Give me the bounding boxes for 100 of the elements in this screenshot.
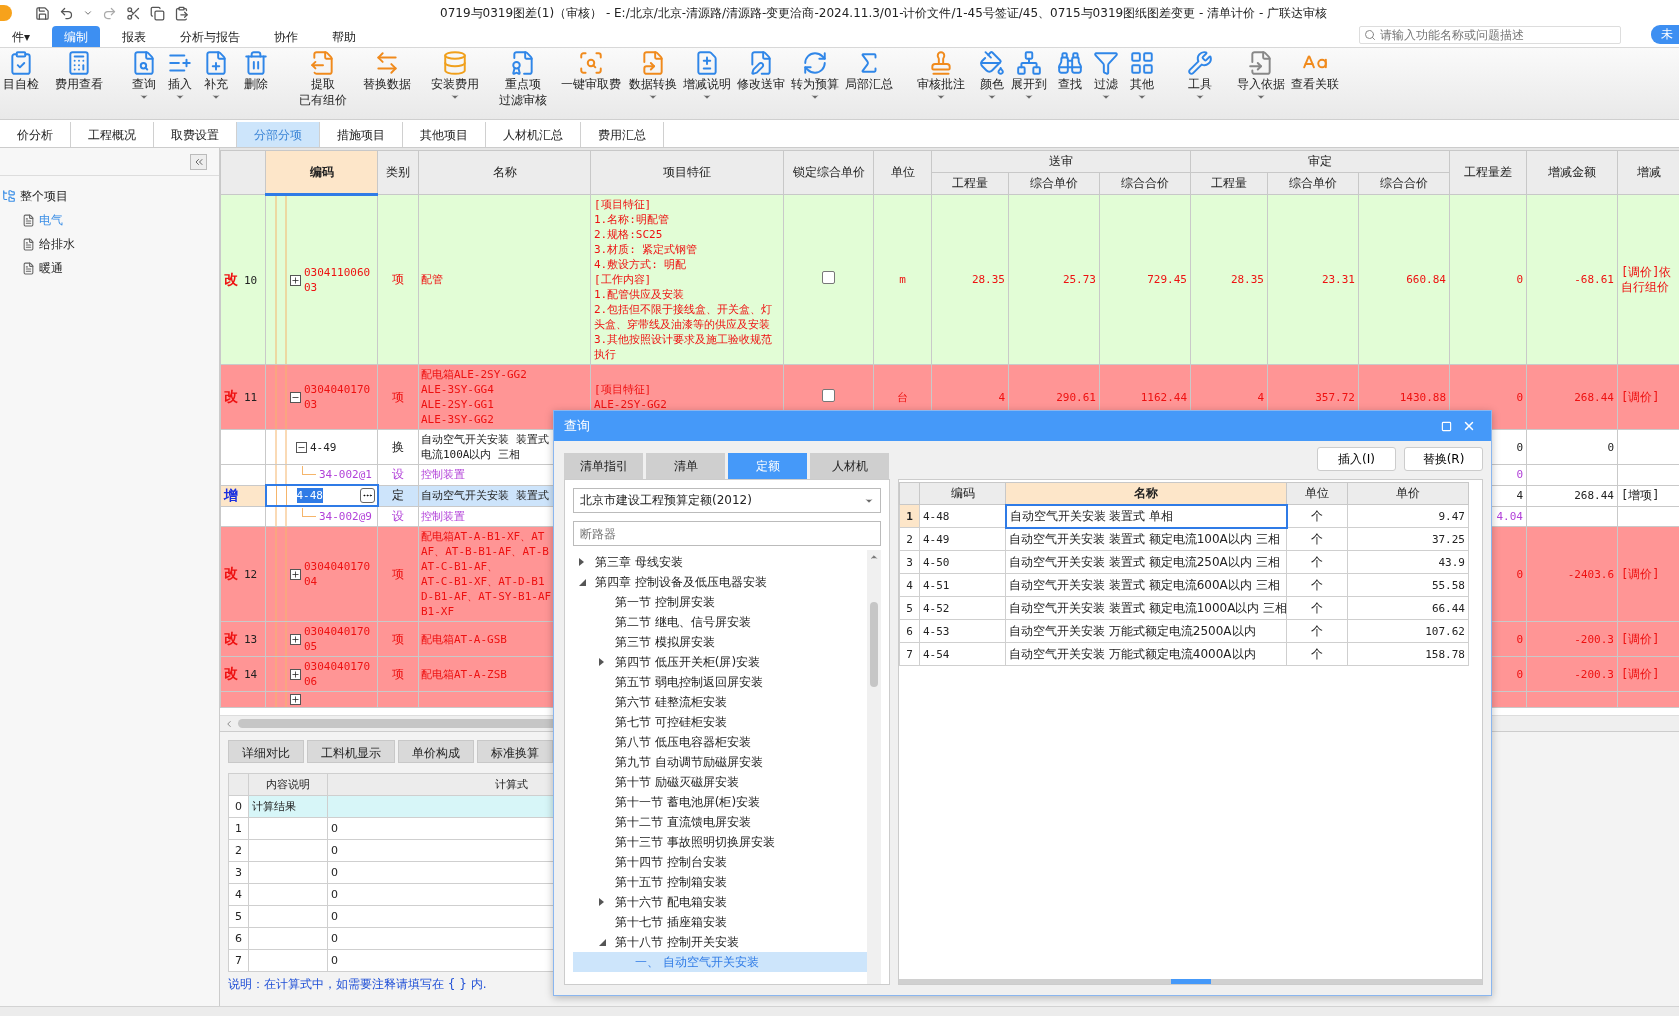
menu-item[interactable]: 帮助 <box>320 26 369 47</box>
expanded-arrow-icon[interactable] <box>599 938 606 946</box>
tree-item[interactable]: 第五节 弱电控制返回屏安装 <box>573 672 867 692</box>
tree-item[interactable]: 第三节 模拟屏安装 <box>573 632 867 652</box>
row-number[interactable]: 4 <box>899 573 920 597</box>
column-header[interactable]: 编码 <box>919 482 1006 505</box>
item-type[interactable]: 换 <box>377 429 419 465</box>
toolbar-button[interactable]: 替换数据 <box>360 50 414 92</box>
toolbar-button[interactable]: 查找 <box>1054 50 1086 92</box>
tab[interactable]: 标准换算 <box>477 740 553 763</box>
tab[interactable]: 单价构成 <box>398 740 474 763</box>
paste-icon[interactable] <box>174 5 189 21</box>
row-number[interactable]: 7 <box>899 642 920 666</box>
menu-item[interactable]: 协作 <box>262 26 311 47</box>
column-header[interactable]: 类别 <box>377 150 419 195</box>
tree-item[interactable]: 第四节 低压开关柜(屏)安装 <box>573 652 867 672</box>
caret-icon[interactable] <box>83 8 93 18</box>
column-header[interactable]: 名称 <box>418 150 591 195</box>
toolbar-button[interactable]: 过滤 <box>1090 50 1122 102</box>
scroll-thumb[interactable] <box>870 602 878 687</box>
toolbar-button[interactable]: 展开到 <box>1008 50 1050 102</box>
collapsed-arrow-icon[interactable] <box>599 898 604 906</box>
toolbar-button[interactable]: 导入依据 <box>1234 50 1288 102</box>
tab[interactable]: 人材机 <box>810 453 889 479</box>
copy-icon[interactable] <box>150 5 165 21</box>
filter-field[interactable]: 断路器 <box>573 521 881 546</box>
tree-item[interactable]: 第七节 可控硅柜安装 <box>573 712 867 732</box>
tab[interactable]: 清单指引 <box>564 453 643 479</box>
toolbar-button[interactable]: 补充 <box>200 50 232 102</box>
search-field[interactable]: 请输入功能名称或问题描述 <box>1359 26 1621 44</box>
row-number[interactable]: 1 <box>899 504 920 528</box>
row-number[interactable]: 2 <box>899 527 920 551</box>
menu-item[interactable]: 分析与报告 <box>168 26 253 47</box>
collapse-icon[interactable] <box>290 391 301 403</box>
toolbar-button[interactable]: 工具 <box>1184 50 1216 102</box>
dialog-button[interactable]: 替换(R) <box>1404 447 1483 471</box>
column-header[interactable]: 单位 <box>1286 482 1348 505</box>
lock-checkbox[interactable] <box>822 271 835 284</box>
tree-item[interactable]: 给排水 <box>39 235 75 253</box>
toolbar-button[interactable]: 局部汇总 <box>842 50 896 92</box>
row-number[interactable]: 3 <box>899 550 920 574</box>
expanded-arrow-icon[interactable] <box>579 578 586 586</box>
expand-icon[interactable] <box>290 274 301 286</box>
row-number[interactable]: 6 <box>899 619 920 643</box>
column-header[interactable]: 项目特征 <box>590 150 784 195</box>
collapsed-arrow-icon[interactable] <box>599 658 604 666</box>
toolbar-button[interactable]: 费用查看 <box>52 50 106 92</box>
more-button[interactable] <box>359 488 375 503</box>
undo-icon[interactable] <box>59 5 74 21</box>
tree-item[interactable]: 第二节 继电、信号屏安装 <box>573 612 867 632</box>
collapse-icon[interactable] <box>296 441 307 453</box>
toolbar-button[interactable]: 重点项 过滤审核 <box>496 50 550 108</box>
toolbar-button[interactable]: 一键审取费 <box>558 50 624 92</box>
toolbar-button[interactable]: 颜色 <box>976 50 1008 102</box>
scroll-up-icon[interactable] <box>869 552 879 562</box>
tree-item[interactable]: 第四章 控制设备及低压电器安装 <box>573 572 867 592</box>
toolbar-button[interactable]: 增减说明 <box>680 50 734 102</box>
toolbar-button[interactable]: 提取 已有组价 <box>296 50 350 108</box>
toolbar-button[interactable]: 修改送审 <box>734 50 788 92</box>
vertical-scrollbar[interactable] <box>867 550 881 984</box>
tree-item[interactable]: 第六节 硅整流柜安装 <box>573 692 867 712</box>
tree-item[interactable]: 第八节 低压电容器柜安装 <box>573 732 867 752</box>
toolbar-button[interactable]: 其他 <box>1126 50 1158 102</box>
dialog-button[interactable]: 插入(I) <box>1317 447 1396 471</box>
toolbar-button[interactable]: 插入 <box>164 50 196 102</box>
column-header[interactable]: 编码 <box>265 150 378 195</box>
row-number[interactable]: 5 <box>899 596 920 620</box>
expand-icon[interactable] <box>290 633 301 645</box>
tree-item[interactable]: 暖通 <box>39 259 63 277</box>
toolbar-button[interactable]: 查看关联 <box>1288 50 1342 92</box>
tree-item[interactable]: 第一节 控制屏安装 <box>573 592 867 612</box>
toolbar-button[interactable]: 目自检 <box>0 50 42 92</box>
column-header[interactable]: 单位 <box>873 150 932 195</box>
menu-item[interactable]: 报表 <box>110 26 159 47</box>
library-select[interactable]: 北京市建设工程预算定额(2012) <box>573 488 881 513</box>
toolbar-button[interactable]: 数据转换 <box>626 50 680 102</box>
item-type[interactable]: 项 <box>377 194 419 365</box>
horizontal-scrollbar[interactable] <box>899 979 1482 984</box>
column-header[interactable]: 名称 <box>1005 482 1287 505</box>
lock-checkbox[interactable] <box>822 388 835 402</box>
cut-icon[interactable] <box>126 5 141 21</box>
toolbar-button[interactable]: 删除 <box>240 50 272 92</box>
tab[interactable]: 工料机显示 <box>307 740 395 763</box>
column-header[interactable]: 增减 <box>1617 150 1679 195</box>
expand-icon[interactable] <box>290 568 301 580</box>
toolbar-button[interactable]: 安装费用 <box>428 50 482 102</box>
column-header[interactable]: 锁定综合单价 <box>783 150 874 195</box>
tree-item[interactable]: 第九节 自动调节励磁屏安装 <box>573 752 867 772</box>
tree-item[interactable]: 整个项目 <box>20 187 68 205</box>
column-header[interactable]: 增减金额 <box>1526 150 1618 195</box>
expand-icon[interactable] <box>290 694 301 705</box>
item-type[interactable]: 设 <box>377 506 419 527</box>
column-header[interactable]: 单价 <box>1347 482 1469 505</box>
column-header[interactable]: 工程量差 <box>1449 150 1527 195</box>
menu-item[interactable]: 件▾ <box>0 26 43 47</box>
toolbar-button[interactable]: 审核批注 <box>914 50 968 102</box>
save-icon[interactable] <box>35 5 50 21</box>
expand-icon[interactable] <box>290 668 301 680</box>
tree-item[interactable]: 第三章 母线安装 <box>573 552 867 572</box>
tab[interactable]: 详细对比 <box>228 740 304 763</box>
